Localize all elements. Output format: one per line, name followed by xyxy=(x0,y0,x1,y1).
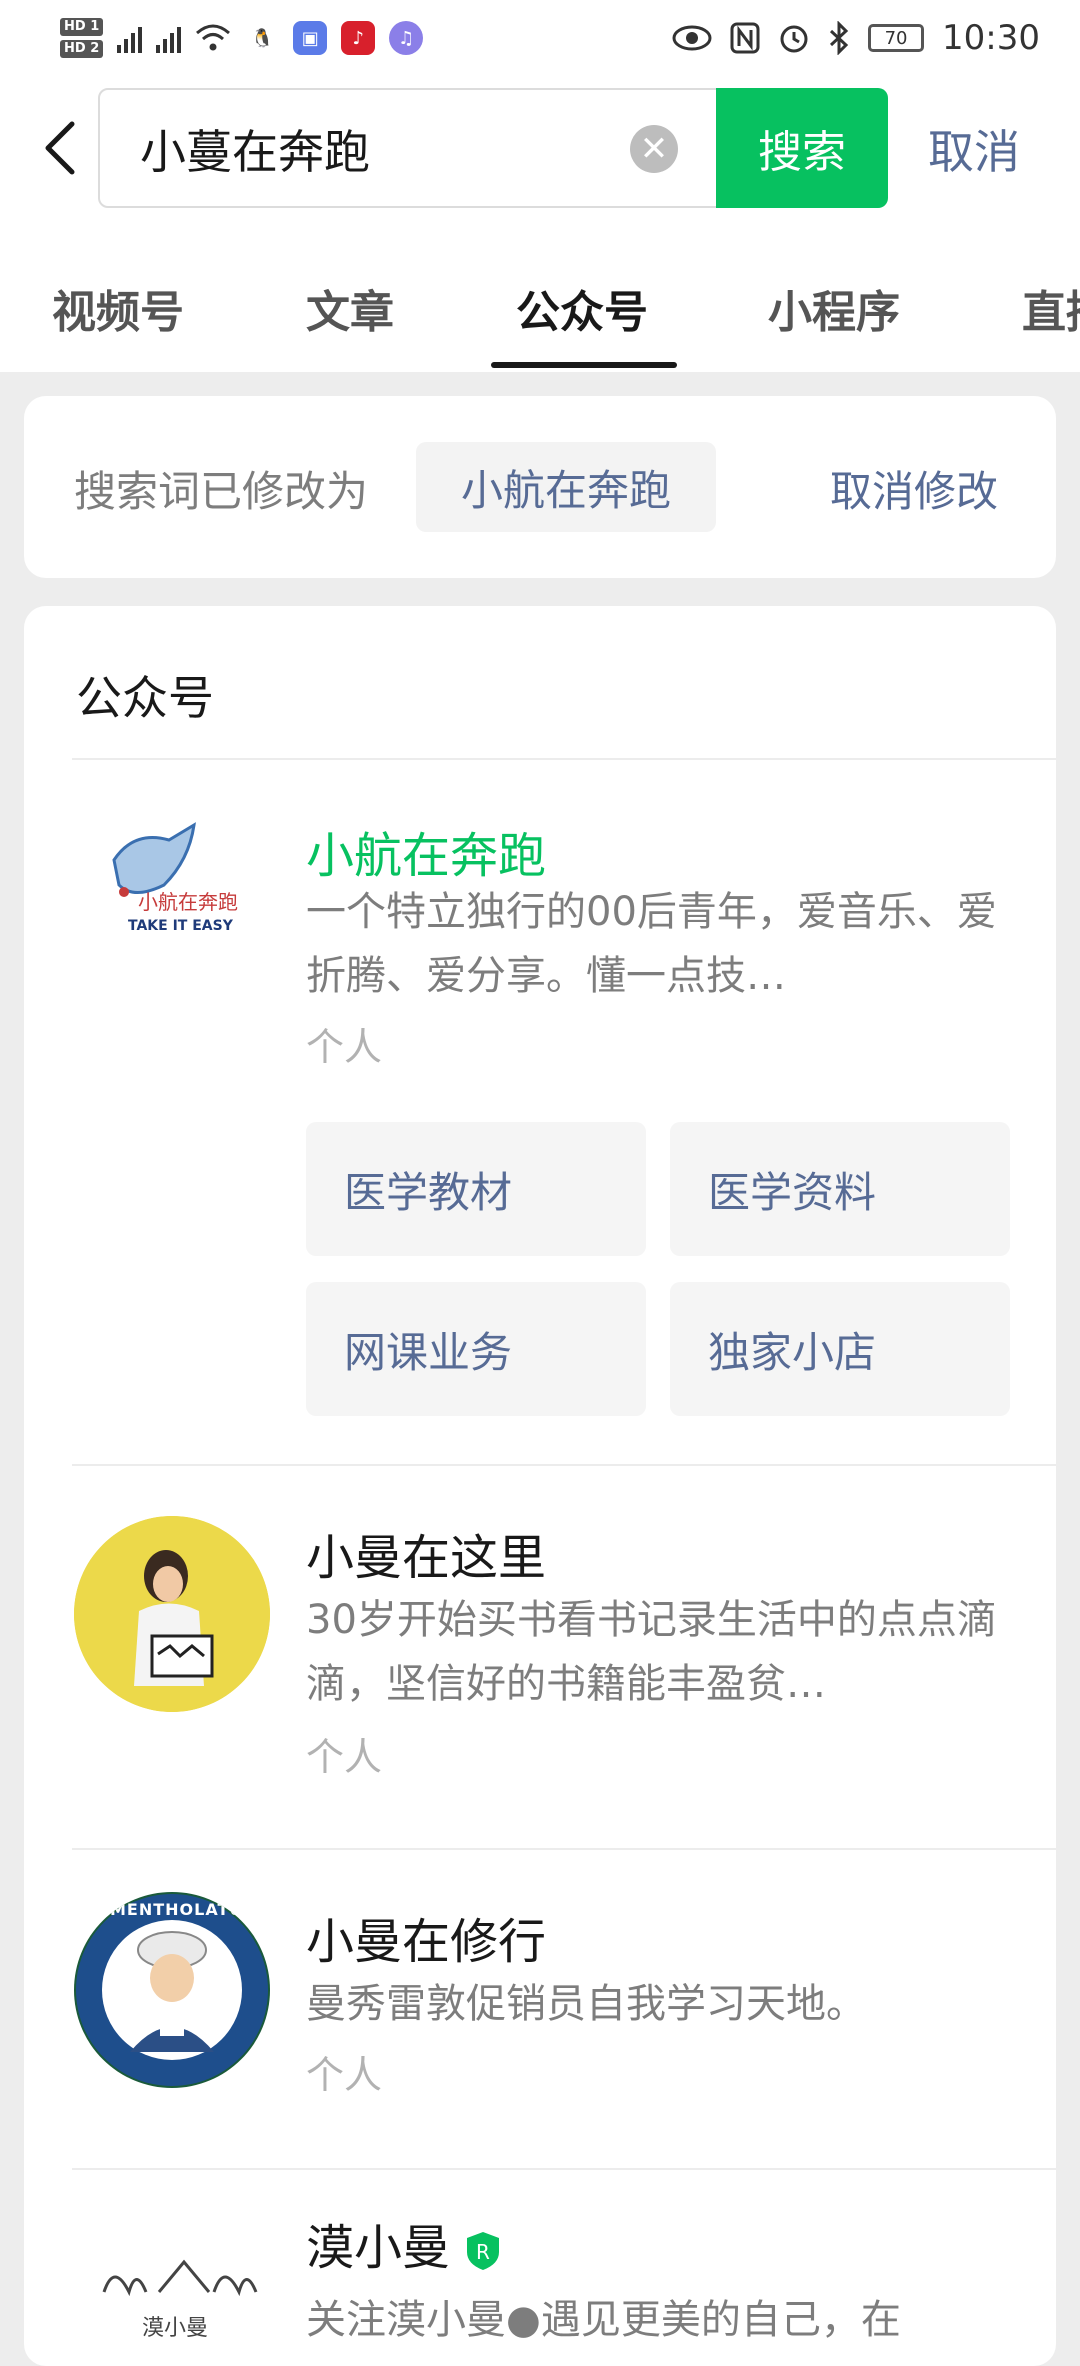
signal-icon xyxy=(117,23,143,53)
active-tab-indicator xyxy=(491,362,677,368)
logo-subtext-1: TAKE IT EASY xyxy=(128,918,233,934)
sim1-label: HD 1 xyxy=(60,18,104,36)
tab-live[interactable]: 直播 xyxy=(1022,276,1080,340)
battery-icon: 70 xyxy=(868,24,925,52)
status-right: 70 10:30 xyxy=(672,18,1040,58)
logo-text-3: MENTHOLATUM xyxy=(110,1900,261,1919)
verified-badge-icon: R xyxy=(467,2232,500,2270)
account-name-3[interactable]: 小曼在修行 xyxy=(306,1902,546,1972)
cancel-button[interactable]: 取消 xyxy=(928,116,1020,182)
search-button[interactable]: 搜索 xyxy=(716,88,888,208)
music-icon: ♫ xyxy=(389,21,424,55)
clear-icon[interactable]: ✕ xyxy=(630,125,678,173)
account-logo-1: 小航在奔跑 TAKE IT EASY xyxy=(74,800,270,996)
account-item-2[interactable]: 小曼在这里 30岁开始买书看书记录生活中的点点滴滴，坚信好的书籍能丰盈贫… 个人 xyxy=(24,1464,1056,1848)
account-name-1[interactable]: 小航在奔跑 xyxy=(306,816,546,886)
section-title: 公众号 xyxy=(76,671,214,725)
undo-correction-button[interactable]: 取消修改 xyxy=(830,458,998,519)
account-name-4[interactable]: 漠小曼 R xyxy=(306,2208,502,2278)
status-left: HD 1 HD 2 🐧 ▣ ♪ ♫ xyxy=(60,18,424,58)
person-photo-icon xyxy=(74,1516,270,1712)
account-type-1: 个人 xyxy=(306,1025,383,1069)
app-icon-blue: ▣ xyxy=(293,21,328,55)
qq-icon: 🐧 xyxy=(245,21,280,55)
menu-item-online-courses[interactable]: 网课业务 xyxy=(306,1282,646,1416)
account-type-3: 个人 xyxy=(306,2053,383,2097)
badge-letter: R xyxy=(476,2240,490,2264)
signal-icon-2 xyxy=(156,23,182,53)
query-correction-card: 搜索词已修改为 小航在奔跑 取消修改 xyxy=(24,396,1056,578)
menu-item-textbooks[interactable]: 医学教材 xyxy=(306,1122,646,1256)
back-arrow-icon[interactable] xyxy=(38,118,82,178)
account-type-2: 个人 xyxy=(306,1735,383,1779)
eye-icon xyxy=(672,25,712,51)
tab-mini-programs[interactable]: 小程序 xyxy=(768,276,900,340)
app-icon-red: ♪ xyxy=(341,21,376,55)
account-name-2[interactable]: 小曼在这里 xyxy=(306,1518,546,1588)
logo-text-4: 漠小曼 xyxy=(142,2316,209,2341)
account-desc-2: 30岁开始买书看书记录生活中的点点滴滴，坚信好的书籍能丰盈贫… xyxy=(306,1597,997,1707)
tab-articles[interactable]: 文章 xyxy=(306,276,394,340)
bluetooth-icon xyxy=(829,21,849,55)
search-box[interactable]: 小蔓在奔跑 ✕ 搜索 xyxy=(98,88,888,208)
category-tabs: 视频号 文章 公众号 小程序 直播 xyxy=(0,224,1080,372)
clock: 10:30 xyxy=(942,18,1040,58)
account-avatar-4: 漠小曼 xyxy=(74,2212,270,2366)
account-avatar-3: MENTHOLATUM xyxy=(74,1892,270,2088)
account-item-3[interactable]: MENTHOLATUM 小曼在修行 曼秀雷敦促销员自我学习天地。 个人 xyxy=(24,1848,1056,2166)
sim2-label: HD 2 xyxy=(60,40,104,58)
account-desc-1: 一个特立独行的00后青年，爱音乐、爱折腾、爱分享。懂一点技… xyxy=(306,889,997,999)
tab-official-accounts[interactable]: 公众号 xyxy=(516,276,648,340)
sim-indicators: HD 1 HD 2 xyxy=(60,18,104,58)
account-name-4-text: 漠小曼 xyxy=(306,2220,451,2276)
tab-video[interactable]: 视频号 xyxy=(52,276,184,340)
menu-item-materials[interactable]: 医学资料 xyxy=(670,1122,1010,1256)
results-card: 公众号 小航在奔跑 TAKE IT EASY 小航在奔跑 一个特立独行的00后青… xyxy=(24,606,1056,2366)
account-desc-3: 曼秀雷敦促销员自我学习天地。 xyxy=(306,1981,866,2027)
menu-item-shop[interactable]: 独家小店 xyxy=(670,1282,1010,1416)
mentholatum-logo-icon xyxy=(76,1894,268,2086)
account-desc-4: 关注漠小曼●遇见更美的自己，在 xyxy=(306,2297,901,2343)
nfc-icon xyxy=(730,22,760,54)
correction-label: 搜索词已修改为 xyxy=(74,467,369,516)
account-avatar-2 xyxy=(74,1516,270,1712)
alarm-icon xyxy=(780,25,808,53)
account-item-4[interactable]: 漠小曼 漠小曼 R 关注漠小曼●遇见更美的自己，在 xyxy=(24,2168,1056,2366)
search-input[interactable]: 小蔓在奔跑 xyxy=(140,116,370,182)
corrected-query-chip[interactable]: 小航在奔跑 xyxy=(416,442,716,532)
logo-text-1: 小航在奔跑 xyxy=(138,890,238,914)
search-header: 小蔓在奔跑 ✕ 搜索 取消 xyxy=(0,76,1080,224)
wifi-icon xyxy=(196,24,231,51)
status-bar: HD 1 HD 2 🐧 ▣ ♪ ♫ 70 10:30 xyxy=(0,0,1080,76)
account-item-1[interactable]: 小航在奔跑 TAKE IT EASY 小航在奔跑 一个特立独行的00后青年，爱音… xyxy=(24,758,1056,1072)
